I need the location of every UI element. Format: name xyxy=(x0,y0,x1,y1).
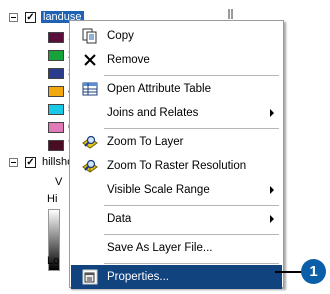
menu-item-open-attribute-table[interactable]: Open Attribute Table xyxy=(71,77,282,101)
menu-label: Zoom To Layer xyxy=(107,136,184,148)
menu-separator xyxy=(104,128,279,129)
collapse-toggle-landuse[interactable] xyxy=(9,13,18,22)
menu-separator xyxy=(104,234,279,235)
legend-swatch xyxy=(48,68,64,79)
menu-separator xyxy=(104,75,279,76)
menu-item-copy[interactable]: Copy xyxy=(71,24,282,48)
callout-badge: 1 xyxy=(301,259,326,284)
submenu-arrow-icon xyxy=(270,186,274,194)
menu-separator xyxy=(104,205,279,206)
legend-high-label: Hi xyxy=(47,193,58,205)
layer-checkbox-hillshade[interactable]: ✓ xyxy=(25,157,36,168)
legend-swatch xyxy=(48,50,64,61)
menu-item-data[interactable]: Data xyxy=(71,207,282,231)
remove-x-icon xyxy=(84,54,96,66)
menu-label: Data xyxy=(107,213,132,225)
legend-swatch xyxy=(48,32,64,43)
menu-item-visible-scale-range[interactable]: Visible Scale Range xyxy=(71,178,282,202)
menu-item-remove[interactable]: Remove xyxy=(71,48,282,72)
menu-label: Properties... xyxy=(107,271,169,283)
legend-swatch xyxy=(48,140,64,151)
legend-value-label: V xyxy=(55,176,63,188)
legend-swatch xyxy=(48,104,64,115)
menu-label: Visible Scale Range xyxy=(107,184,210,196)
menu-item-zoom-to-layer[interactable]: Zoom To Layer xyxy=(71,130,282,154)
submenu-arrow-icon xyxy=(270,215,274,223)
callout-leader-line xyxy=(275,271,303,273)
zoom-to-raster-icon xyxy=(82,159,98,173)
table-icon xyxy=(82,82,98,96)
context-menu: Copy Remove Open Attribute Table Joins a… xyxy=(69,20,284,289)
menu-label: Remove xyxy=(107,54,150,66)
menu-label: Joins and Relates xyxy=(107,107,199,119)
menu-item-zoom-to-raster-resolution[interactable]: Zoom To Raster Resolution xyxy=(71,154,282,178)
menu-item-save-as-layer-file[interactable]: Save As Layer File... xyxy=(71,236,282,260)
submenu-arrow-icon xyxy=(270,109,274,117)
layer-checkbox-landuse[interactable]: ✓ xyxy=(25,12,36,23)
menu-separator xyxy=(104,263,279,264)
menu-label: Zoom To Raster Resolution xyxy=(107,160,247,172)
legend-swatch xyxy=(48,86,64,97)
copy-icon xyxy=(82,28,97,44)
legend-low-label: Lo xyxy=(47,255,60,267)
menu-item-properties[interactable]: Properties... xyxy=(71,265,282,289)
menu-label: Save As Layer File... xyxy=(107,242,213,254)
menu-label: Copy xyxy=(107,30,134,42)
collapse-toggle-hillshade[interactable] xyxy=(9,158,18,167)
map-mark xyxy=(231,9,233,19)
legend-swatch xyxy=(48,122,64,133)
menu-item-joins-and-relates[interactable]: Joins and Relates xyxy=(71,101,282,125)
zoom-to-layer-icon xyxy=(82,135,98,149)
menu-label: Open Attribute Table xyxy=(107,83,211,95)
map-mark xyxy=(228,9,230,19)
properties-icon xyxy=(82,269,98,285)
